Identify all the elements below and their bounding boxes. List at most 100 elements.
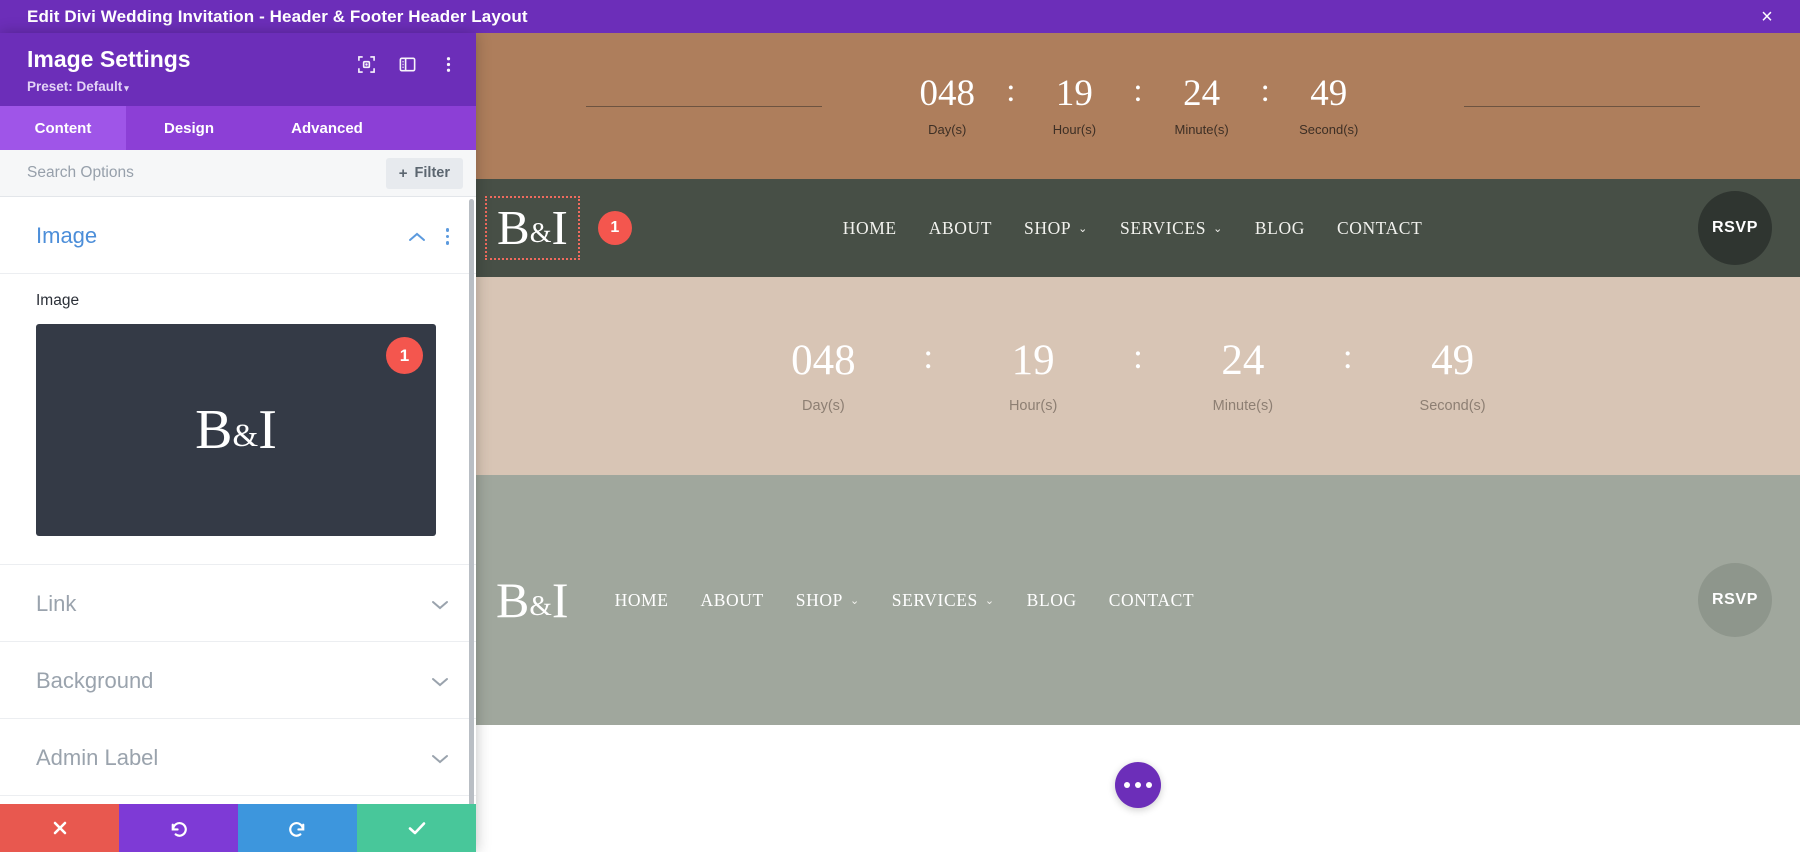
nav-item-home[interactable]: HOME	[827, 218, 913, 239]
window-title: Edit Divi Wedding Invitation - Header & …	[27, 6, 528, 26]
cancel-button[interactable]	[0, 804, 119, 852]
section-options-icon[interactable]	[445, 228, 449, 245]
section-admin-label-label: Admin Label	[36, 745, 159, 771]
divi-builder-modal: Edit Divi Wedding Invitation - Header & …	[0, 0, 1800, 852]
window-titlebar: Edit Divi Wedding Invitation - Header & …	[0, 0, 1800, 33]
module-badge: 1	[597, 211, 632, 245]
countdown-separator: :	[1260, 73, 1270, 109]
focus-target-icon[interactable]	[357, 55, 376, 74]
rsvp-button[interactable]: RSVP	[1698, 191, 1772, 265]
chevron-down-icon: ▾	[124, 83, 129, 94]
redo-button[interactable]	[238, 804, 357, 852]
countdown-value: 048	[919, 73, 975, 114]
chevron-down-icon: ⌄	[984, 594, 995, 607]
countdown-value: 24	[1183, 73, 1221, 114]
countdown-label: Minute(s)	[1174, 122, 1229, 137]
tab-design[interactable]: Design	[126, 106, 252, 150]
countdown-value: 19	[1011, 336, 1055, 384]
footer-nav-item-blog[interactable]: BLOG	[1011, 590, 1093, 611]
preview-blank-area	[476, 725, 1800, 852]
nav-item-about[interactable]: ABOUT	[913, 218, 1008, 239]
countdown-label: Hour(s)	[1052, 122, 1097, 137]
chevron-down-icon: ⌄	[1213, 222, 1223, 235]
countdown-unit-days: 048 Day(s)	[777, 339, 869, 414]
countdown-separator: :	[1133, 73, 1143, 109]
footer-rsvp-button[interactable]: RSVP	[1698, 563, 1772, 637]
countdown-timer-top: 048 Day(s) : 19 Hour(s) : 24 Minute(s) :…	[910, 73, 1366, 138]
footer-nav-item-about[interactable]: ABOUT	[685, 590, 780, 611]
preview-footer-nav: B&I HOME ABOUT SHOP ⌄ SERVICES ⌄ BLOG CONT…	[476, 475, 1800, 725]
chevron-up-icon[interactable]	[408, 230, 426, 242]
section-admin-label[interactable]: Admin Label	[0, 719, 476, 797]
countdown-separator: :	[923, 336, 934, 376]
divider-right	[1464, 106, 1700, 107]
countdown-unit-minutes: 24 Minute(s)	[1165, 75, 1239, 137]
countdown-label: Day(s)	[928, 122, 967, 137]
builder-menu-fab[interactable]	[1115, 762, 1161, 808]
footer-nav-item-contact[interactable]: CONTACT	[1093, 590, 1210, 611]
preset-label: Preset: Default	[27, 79, 123, 95]
nav-item-services[interactable]: SERVICES ⌄	[1104, 218, 1239, 239]
countdown-label: Day(s)	[802, 397, 845, 414]
nav-item-contact[interactable]: CONTACT	[1321, 218, 1438, 239]
filter-button[interactable]: + Filter	[385, 157, 463, 189]
image-preview-badge: 1	[386, 337, 423, 375]
chevron-down-icon: ⌄	[849, 594, 860, 607]
countdown-unit-seconds: 49 Second(s)	[1407, 339, 1499, 414]
panel-action-bar	[0, 804, 476, 852]
close-icon[interactable]: ×	[1756, 7, 1778, 27]
image-field-block: Image B&I 1	[0, 274, 476, 566]
countdown-unit-hours: 19 Hour(s)	[987, 339, 1079, 414]
nav-item-shop[interactable]: SHOP ⌄	[1008, 218, 1104, 239]
panel-scrollbar[interactable]	[469, 199, 474, 804]
image-upload-preview[interactable]: B&I 1	[36, 324, 436, 537]
countdown-label: Second(s)	[1299, 122, 1359, 137]
tab-content[interactable]: Content	[0, 106, 126, 151]
save-button[interactable]	[357, 804, 476, 852]
preview-countdown-section-top: 048 Day(s) : 19 Hour(s) : 24 Minute(s) :…	[476, 33, 1800, 179]
image-field-label: Image	[36, 292, 80, 310]
tab-advanced[interactable]: Advanced	[252, 106, 402, 150]
countdown-unit-days: 048 Day(s)	[910, 75, 984, 137]
search-input[interactable]	[27, 164, 386, 183]
chevron-down-icon[interactable]	[431, 752, 449, 764]
section-background-label: Background	[36, 668, 154, 694]
chevron-down-icon[interactable]	[431, 675, 449, 687]
undo-button[interactable]	[119, 804, 238, 852]
filter-label: Filter	[414, 165, 450, 182]
image-preview-logo: B&I	[195, 399, 277, 462]
chevron-down-icon: ⌄	[1078, 222, 1088, 235]
panel-header: Image Settings Preset: Default ▾	[0, 33, 476, 107]
countdown-value: 19	[1055, 73, 1093, 114]
footer-nav-item-services[interactable]: SERVICES ⌄	[876, 590, 1011, 611]
section-background[interactable]: Background	[0, 642, 476, 720]
countdown-label: Hour(s)	[1008, 397, 1058, 414]
chevron-down-icon[interactable]	[431, 598, 449, 610]
preset-selector[interactable]: Preset: Default ▾	[27, 79, 454, 94]
search-bar: + Filter	[0, 150, 476, 198]
countdown-label: Second(s)	[1419, 397, 1486, 414]
panel-header-icons	[357, 55, 458, 74]
plus-icon: +	[398, 164, 408, 182]
image-settings-panel: Image Settings Preset: Default ▾ Content…	[0, 33, 476, 852]
vertical-dots-icon[interactable]	[439, 55, 458, 74]
preview-header-nav: B&I 1 HOME ABOUT SHOP ⌄ SERVICES ⌄ BLOG CO…	[476, 179, 1800, 277]
footer-nav-item-home[interactable]: HOME	[599, 590, 685, 611]
preview-countdown-section-mid: 048 Day(s) : 19 Hour(s) : 24 Minute(s) :…	[476, 277, 1800, 475]
countdown-value: 048	[791, 336, 856, 384]
countdown-label: Minute(s)	[1212, 397, 1274, 414]
selected-image-module[interactable]: B&I	[485, 196, 580, 260]
countdown-unit-hours: 19 Hour(s)	[1037, 75, 1111, 137]
countdown-value: 49	[1310, 73, 1348, 114]
footer-logo: B&I	[496, 571, 569, 628]
section-image[interactable]: Image	[0, 197, 476, 275]
split-view-icon[interactable]	[398, 55, 417, 74]
divider-left	[586, 106, 822, 107]
nav-item-blog[interactable]: BLOG	[1239, 218, 1321, 239]
countdown-unit-seconds: 49 Second(s)	[1292, 75, 1366, 137]
settings-sections: Image Image B&I 1 Link Background Admin …	[0, 197, 476, 804]
countdown-separator: :	[1006, 73, 1016, 109]
section-link[interactable]: Link	[0, 565, 476, 643]
footer-nav-item-shop[interactable]: SHOP ⌄	[780, 590, 876, 611]
countdown-separator: :	[1133, 336, 1143, 376]
